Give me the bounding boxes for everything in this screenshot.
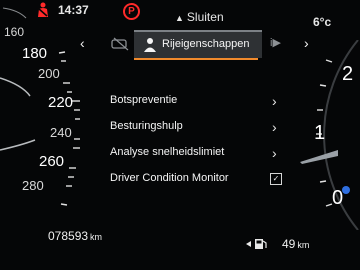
blue-indicator [342,186,350,194]
speed-tick-280: 280 [22,178,44,193]
menu-item-label: Besturingshulp [110,120,183,132]
parking-brake-warning-icon: P [123,3,140,20]
tab-prev-arrow-icon[interactable]: ‹ [80,35,85,51]
chevron-right-icon: › [272,93,277,109]
tab-driving-features[interactable]: Rijeigenschappen [134,30,262,58]
active-tab-indicator [134,58,258,60]
outside-temperature: 6°c [313,15,332,29]
phone-assist-icon: i▶ [270,37,281,49]
fuel-range: 49 km [282,237,309,251]
close-label: Sluiten [186,10,224,24]
tach-needle [300,150,338,164]
tachometer-gauge: 2 1 0 [300,40,359,230]
driving-features-menu: Botspreventie › Besturingshulp › Analyse… [110,93,290,198]
tab-next-arrow-icon[interactable]: › [304,35,309,51]
speed-tick-180: 180 [22,45,47,62]
tab-strip: ‹ Rijeigenschappen i▶ › [72,30,322,58]
rpm-tick-0: 0 [332,187,343,209]
menu-item-collision-prevention[interactable]: Botspreventie › [110,93,290,120]
menu-item-steering-assist[interactable]: Besturingshulp › [110,119,290,146]
chevron-right-icon: › [272,119,277,135]
fuel-pump-icon [246,238,268,253]
caret-up-icon: ▲ [175,13,184,23]
menu-item-label: Driver Condition Monitor [110,172,229,184]
tab-previous[interactable] [108,34,132,54]
rpm-tick-2: 2 [342,63,353,85]
speed-tick-160: 160 [4,25,24,39]
menu-item-label: Botspreventie [110,94,178,106]
menu-item-speed-limit-analysis[interactable]: Analyse snelheidslimiet › [110,145,290,172]
vehicle-settings-icon [111,37,129,51]
speed-tick-240: 240 [50,125,72,140]
chevron-right-icon: › [272,145,277,161]
speed-tick-220: 220 [48,94,73,111]
tab-active-label: Rijeigenschappen [162,38,250,50]
range-unit: km [297,240,310,250]
checkbox-checked[interactable]: ✓ [270,173,282,185]
tab-next[interactable]: i▶ [270,36,294,54]
odometer-unit: km [90,232,103,242]
clock: 14:37 [58,3,89,17]
odometer-value: 078593 [48,229,89,243]
menu-item-label: Analyse snelheidslimiet [110,146,225,158]
speed-tick-260: 260 [39,153,64,170]
odometer: 078593 km [48,229,102,243]
menu-item-driver-condition-monitor[interactable]: Driver Condition Monitor ✓ [110,172,290,198]
range-value: 49 [282,237,296,251]
speed-tick-200: 200 [38,66,60,81]
driver-assist-icon [144,38,156,52]
close-button[interactable]: ▲ Sluiten [175,10,224,24]
rpm-tick-1: 1 [314,122,325,144]
seatbelt-warning-icon [35,2,51,21]
